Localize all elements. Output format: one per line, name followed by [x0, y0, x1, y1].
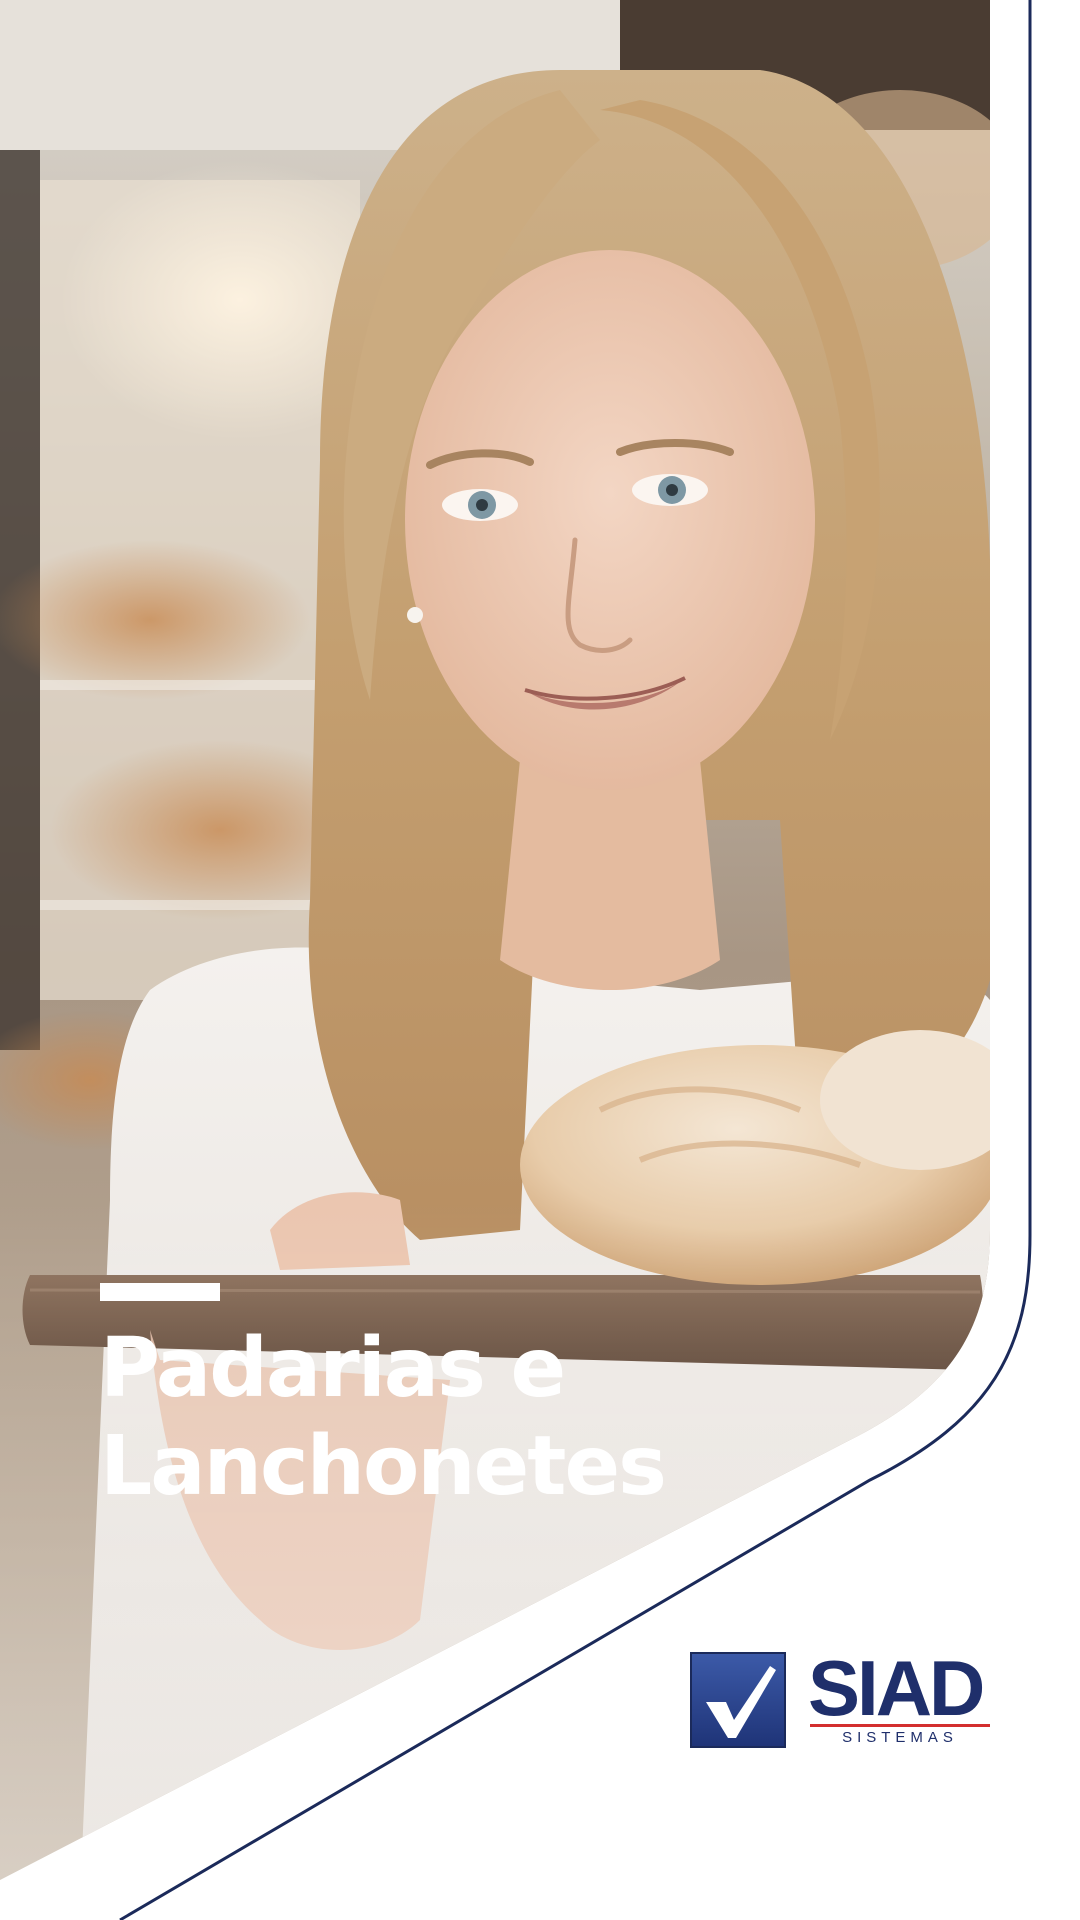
brand-underline	[810, 1724, 990, 1727]
brand-tagline: SISTEMAS	[842, 1729, 958, 1746]
brand-logo: SIAD SISTEMAS	[690, 1648, 990, 1752]
headline-line-1: Padarias e	[100, 1321, 566, 1416]
headline-line-2: Lanchonetes	[100, 1419, 667, 1514]
banner: Padarias e Lanchonetes SIAD SISTEMAS	[0, 0, 1080, 1920]
headline: Padarias e Lanchonetes	[100, 1320, 800, 1516]
brand-name: SIAD	[808, 1644, 985, 1732]
checkmark-icon	[690, 1652, 786, 1748]
headline-accent-bar	[100, 1283, 220, 1301]
hero-photo	[0, 0, 1032, 1920]
